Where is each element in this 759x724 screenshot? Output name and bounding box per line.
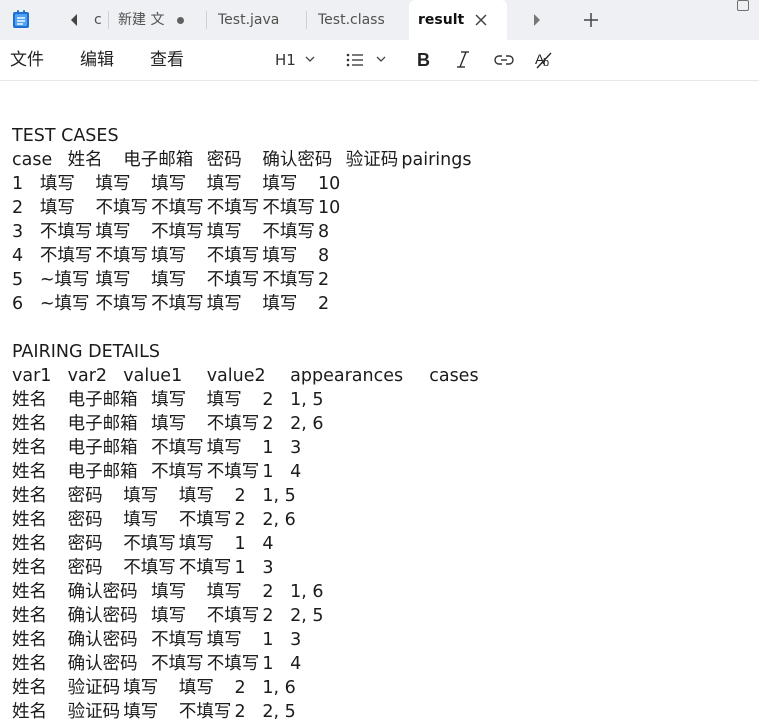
tab-label: c (94, 12, 102, 28)
document-line: 姓名 确认密码 填写 填写 2 1, 6 (12, 582, 324, 602)
tab-c[interactable]: c (94, 0, 108, 40)
document-line: 姓名 电子邮箱 不填写 填写 1 3 (12, 438, 302, 458)
tab-label: Test.java (218, 12, 280, 28)
tab-result[interactable]: result (409, 0, 507, 40)
chevron-down-icon (376, 56, 386, 62)
menu-file[interactable]: 文件 (10, 48, 44, 72)
document-line: case 姓名 电子邮箱 密码 确认密码 验证码 pairings (12, 150, 472, 170)
document-line: PAIRING DETAILS (12, 342, 160, 362)
chevron-left-icon[interactable] (68, 11, 80, 29)
tab-test-class[interactable]: Test.class (318, 0, 406, 40)
notepad-icon[interactable] (12, 9, 30, 29)
bold-icon[interactable]: B (416, 49, 432, 71)
document-line: 1 填写 填写 填写 填写 填写 10 (12, 174, 341, 194)
close-icon[interactable] (473, 12, 489, 28)
document-line: 姓名 确认密码 填写 不填写 2 2, 5 (12, 606, 324, 626)
svg-text:B: B (417, 50, 430, 70)
document-line: 姓名 密码 不填写 填写 1 4 (12, 534, 274, 554)
unsaved-dot-icon (177, 17, 184, 24)
heading-dropdown[interactable]: H1 (275, 49, 319, 71)
link-icon[interactable] (494, 49, 514, 71)
document-line: 6 ~填写 不填写 不填写 填写 填写 2 (12, 294, 330, 314)
tab-label: result (418, 12, 465, 28)
chevron-down-icon (305, 56, 315, 62)
restore-window-icon[interactable] (737, 0, 749, 11)
menu-view[interactable]: 查看 (150, 48, 184, 72)
document-line: 4 不填写 不填写 填写 不填写 填写 8 (12, 246, 330, 266)
tab-divider (306, 11, 307, 29)
document-line: 5 ~填写 填写 填写 不填写 不填写 2 (12, 270, 330, 290)
document-line: 姓名 验证码 填写 填写 2 1, 6 (12, 678, 296, 698)
document-line: 姓名 电子邮箱 填写 不填写 2 2, 6 (12, 414, 324, 434)
plus-icon[interactable] (582, 11, 600, 29)
heading-label: H1 (275, 51, 296, 69)
chevron-right-icon[interactable] (531, 11, 543, 29)
tab-new-document[interactable]: 新建 文 (118, 0, 208, 40)
document-line: 姓名 确认密码 不填写 不填写 1 4 (12, 654, 302, 674)
document-line: 姓名 验证码 填写 不填写 2 2, 5 (12, 702, 296, 722)
tab-divider (108, 11, 109, 29)
tab-bar: c 新建 文 Test.java Test.class result (0, 0, 759, 40)
tab-label: 新建 文 (118, 12, 165, 28)
document-line: 姓名 密码 填写 填写 2 1, 5 (12, 486, 296, 506)
italic-icon[interactable] (455, 49, 471, 71)
document-line: 姓名 确认密码 不填写 填写 1 3 (12, 630, 302, 650)
document-line: var1 var2 value1 value2 appearances case… (12, 366, 479, 386)
menu-bar: 文件 编辑 查看 H1 B A b (0, 40, 759, 81)
tab-label: Test.class (318, 12, 385, 28)
document-line: 姓名 电子邮箱 填写 填写 2 1, 5 (12, 390, 324, 410)
document-line: 姓名 电子邮箱 不填写 不填写 1 4 (12, 462, 302, 482)
tab-divider (206, 11, 207, 29)
bulleted-list-icon (346, 53, 363, 67)
document-line: 3 不填写 填写 不填写 填写 不填写 8 (12, 222, 330, 242)
tab-test-java[interactable]: Test.java (218, 0, 308, 40)
document-body[interactable]: TEST CASES case 姓名 电子邮箱 密码 确认密码 验证码 pairi… (12, 100, 752, 724)
clear-format-icon[interactable]: A b (534, 49, 554, 71)
document-line: 姓名 密码 填写 不填写 2 2, 6 (12, 510, 296, 530)
document-line: TEST CASES (12, 126, 119, 146)
list-dropdown[interactable] (346, 49, 390, 71)
menu-edit[interactable]: 编辑 (80, 48, 114, 72)
document-line: 2 填写 不填写 不填写 不填写 不填写 10 (12, 198, 341, 218)
document-line: 姓名 密码 不填写 不填写 1 3 (12, 558, 274, 578)
